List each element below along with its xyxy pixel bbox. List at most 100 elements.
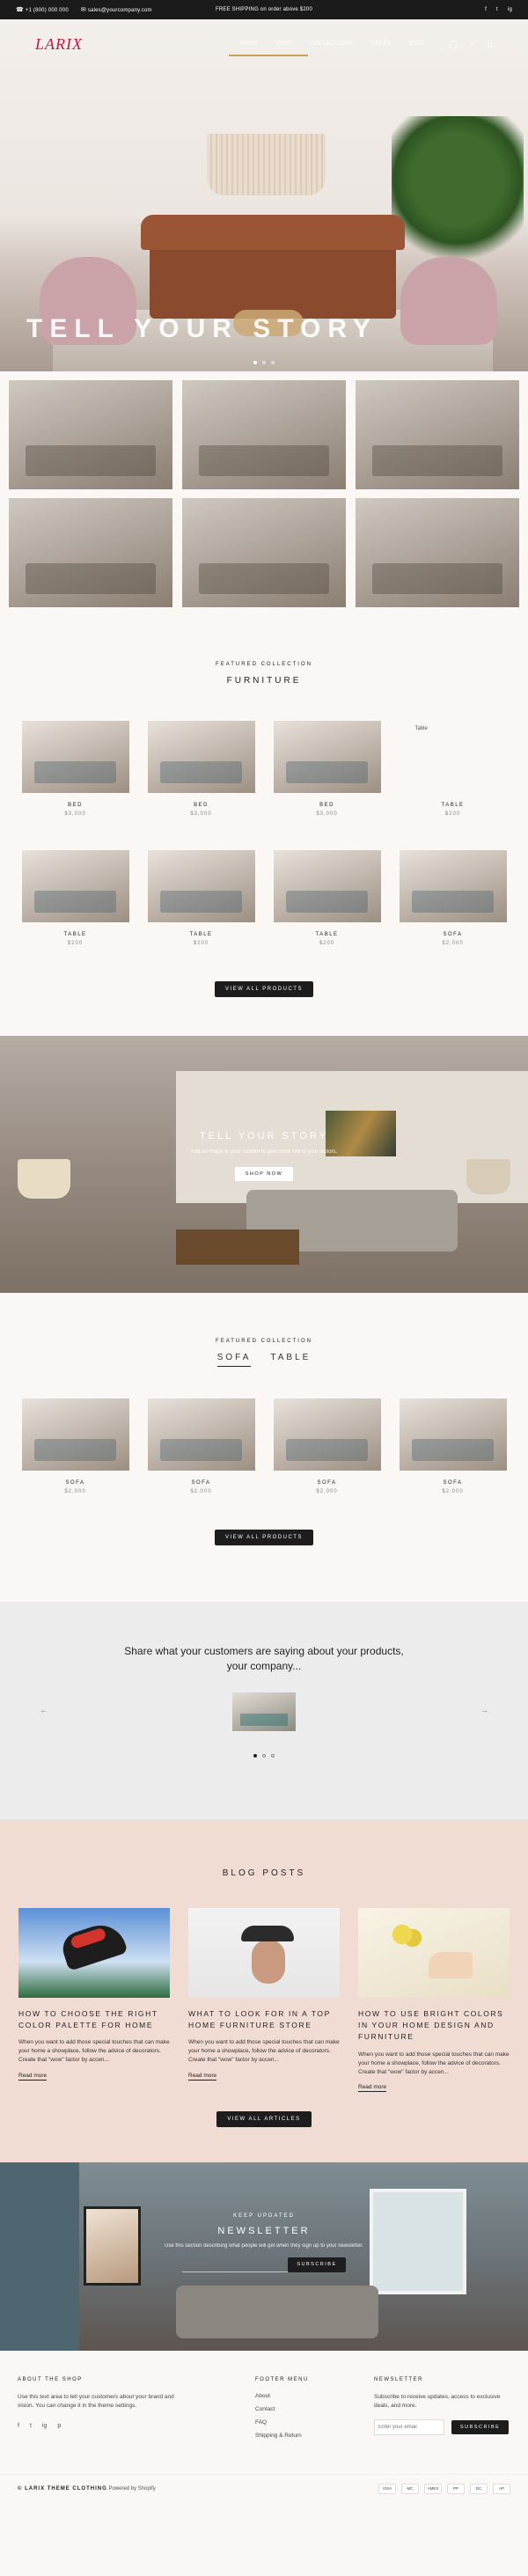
newsletter-email-input[interactable] bbox=[182, 2257, 289, 2272]
main-nav: HOME SHOP COLLECTIONS PAGES BLOG bbox=[240, 41, 426, 47]
product-card[interactable]: Table TABLE $200 bbox=[400, 721, 507, 817]
product-name: TABLE bbox=[63, 932, 87, 937]
product-price: $2,000 bbox=[442, 1489, 464, 1494]
tab-table[interactable]: TABLE bbox=[270, 1353, 311, 1367]
facebook-icon[interactable]: f bbox=[485, 7, 487, 12]
newsletter-title: NEWSLETTER bbox=[217, 2225, 311, 2236]
site-logo[interactable]: LARIX bbox=[35, 35, 83, 54]
hero-wall-hanging bbox=[207, 134, 326, 195]
product-card[interactable]: TABLE $200 bbox=[273, 850, 381, 946]
gallery-image[interactable] bbox=[182, 380, 346, 489]
gallery-furniture bbox=[25, 563, 157, 595]
read-more-link[interactable]: Read more bbox=[358, 2084, 387, 2092]
post-image[interactable] bbox=[358, 1908, 510, 1998]
view-all-products-button[interactable]: VIEW ALL PRODUCTS bbox=[215, 1530, 313, 1545]
gallery-furniture bbox=[198, 563, 330, 595]
gallery-image[interactable] bbox=[356, 380, 519, 489]
hero-dot-2[interactable] bbox=[262, 361, 266, 364]
user-icon[interactable]: ◯ bbox=[449, 40, 458, 49]
product-card[interactable]: SOFA $2,000 bbox=[399, 1398, 507, 1494]
footer-subscribe-button[interactable]: SUBSCRIBE bbox=[451, 2420, 510, 2435]
gallery-image[interactable] bbox=[182, 498, 346, 607]
testimonial-dot-1[interactable] bbox=[253, 1753, 257, 1758]
tab-sofa[interactable]: SOFA bbox=[216, 1353, 252, 1367]
prev-arrow-icon[interactable]: ← bbox=[40, 1706, 48, 1714]
product-price: $2,000 bbox=[316, 1489, 338, 1494]
product-card[interactable]: BED $3,000 bbox=[21, 721, 129, 817]
nav-collections[interactable]: COLLECTIONS bbox=[311, 41, 354, 47]
email-link[interactable]: ✉ sales@yourcompany.com bbox=[81, 6, 152, 13]
product-card[interactable]: BED $3,000 bbox=[147, 721, 255, 817]
post-title[interactable]: WHAT TO LOOK FOR IN A TOP HOME FURNITURE… bbox=[188, 2008, 340, 2031]
nav-blog[interactable]: BLOG bbox=[409, 41, 426, 47]
product-price: $3,000 bbox=[316, 811, 338, 817]
powered-by-link[interactable]: Powered by Shopify bbox=[108, 2486, 155, 2492]
instagram-icon[interactable]: ig bbox=[42, 2423, 47, 2429]
facebook-icon[interactable]: f bbox=[18, 2423, 19, 2429]
product-image bbox=[21, 850, 129, 922]
twitter-icon[interactable]: t bbox=[30, 2423, 32, 2429]
testimonial-furniture bbox=[239, 1714, 289, 1726]
product-card[interactable]: TABLE $200 bbox=[147, 850, 255, 946]
footer-link-faq[interactable]: FAQ bbox=[255, 2419, 374, 2426]
newsletter-text: Use this section describing what people … bbox=[165, 2242, 363, 2249]
product-furniture bbox=[160, 890, 242, 913]
story-content: TELL YOUR STORY Add an image to your con… bbox=[0, 1131, 528, 1181]
nav-shop[interactable]: SHOP bbox=[275, 41, 292, 47]
product-card[interactable]: SOFA $2,000 bbox=[399, 850, 507, 946]
hero-dot-1[interactable] bbox=[253, 361, 257, 364]
product-furniture bbox=[34, 760, 116, 783]
amex-icon: AMEX bbox=[424, 2483, 442, 2494]
footer-link-contact[interactable]: Contact bbox=[255, 2406, 374, 2412]
hero-title: TELL YOUR STORY bbox=[26, 314, 378, 343]
nav-home[interactable]: HOME bbox=[240, 41, 258, 47]
post-excerpt: When you want to add those special touch… bbox=[18, 2039, 170, 2064]
product-name: TABLE bbox=[441, 803, 465, 808]
read-more-link[interactable]: Read more bbox=[18, 2073, 48, 2081]
subscribe-button[interactable]: SUBSCRIBE bbox=[288, 2257, 346, 2272]
post-title[interactable]: HOW TO USE BRIGHT COLORS IN YOUR HOME DE… bbox=[358, 2008, 510, 2044]
view-all-articles-button[interactable]: VIEW ALL ARTICLES bbox=[216, 2110, 312, 2127]
post-image[interactable] bbox=[188, 1908, 340, 1998]
twitter-icon[interactable]: t bbox=[496, 7, 498, 12]
footer-link-shipping[interactable]: Shipping & Return bbox=[255, 2433, 374, 2439]
gallery-image[interactable] bbox=[356, 498, 519, 607]
paypal-icon: PP bbox=[447, 2483, 465, 2494]
product-card[interactable]: SOFA $2,000 bbox=[273, 1398, 381, 1494]
testimonial-dot-3[interactable] bbox=[271, 1753, 275, 1758]
pinterest-icon[interactable]: p bbox=[57, 2423, 61, 2429]
blog-section: BLOG POSTS HOW TO CHOOSE THE RIGHT COLOR… bbox=[0, 1819, 528, 2162]
product-name: BED bbox=[68, 803, 83, 808]
product-price: $2,000 bbox=[64, 1489, 86, 1494]
testimonial-dot-2[interactable] bbox=[262, 1753, 266, 1758]
gallery-image[interactable] bbox=[9, 498, 172, 607]
instagram-icon[interactable]: ig bbox=[508, 7, 512, 12]
post-image[interactable] bbox=[18, 1908, 170, 1998]
nav-pages[interactable]: PAGES bbox=[371, 41, 392, 47]
diners-icon: DC bbox=[470, 2483, 488, 2494]
product-name: TABLE bbox=[189, 932, 213, 937]
gallery-image[interactable] bbox=[9, 380, 172, 489]
shop-now-button[interactable]: SHOP NOW bbox=[234, 1167, 294, 1181]
product-card[interactable]: BED $3,000 bbox=[273, 721, 381, 817]
next-arrow-icon[interactable]: → bbox=[480, 1706, 488, 1714]
footer-email-input[interactable] bbox=[374, 2419, 444, 2436]
cart-icon[interactable]: ⊔ bbox=[487, 40, 493, 49]
hero-dot-3[interactable] bbox=[271, 361, 275, 364]
phone-link[interactable]: ☎ +1 (800) 000 000 bbox=[16, 6, 69, 13]
footer-news-text: Subscribe to receive updates, access to … bbox=[374, 2393, 501, 2410]
product-card[interactable]: SOFA $2,000 bbox=[147, 1398, 255, 1494]
read-more-link[interactable]: Read more bbox=[188, 2073, 217, 2081]
product-name: BED bbox=[319, 803, 334, 808]
post-title[interactable]: HOW TO CHOOSE THE RIGHT COLOR PALETTE FO… bbox=[18, 2008, 170, 2031]
product-image bbox=[21, 1398, 129, 1471]
footer-link-about[interactable]: About bbox=[255, 2393, 374, 2399]
product-card[interactable]: TABLE $200 bbox=[21, 850, 129, 946]
view-all-products-button[interactable]: VIEW ALL PRODUCTS bbox=[215, 981, 313, 997]
hero-dots bbox=[0, 361, 528, 364]
product-card[interactable]: SOFA $2,000 bbox=[21, 1398, 129, 1494]
search-icon[interactable]: ⌕ bbox=[470, 40, 474, 49]
product-name: TABLE bbox=[315, 932, 339, 937]
product-furniture bbox=[286, 890, 368, 913]
testimonial-quote: Share what your customers are saying abo… bbox=[124, 1645, 404, 1673]
